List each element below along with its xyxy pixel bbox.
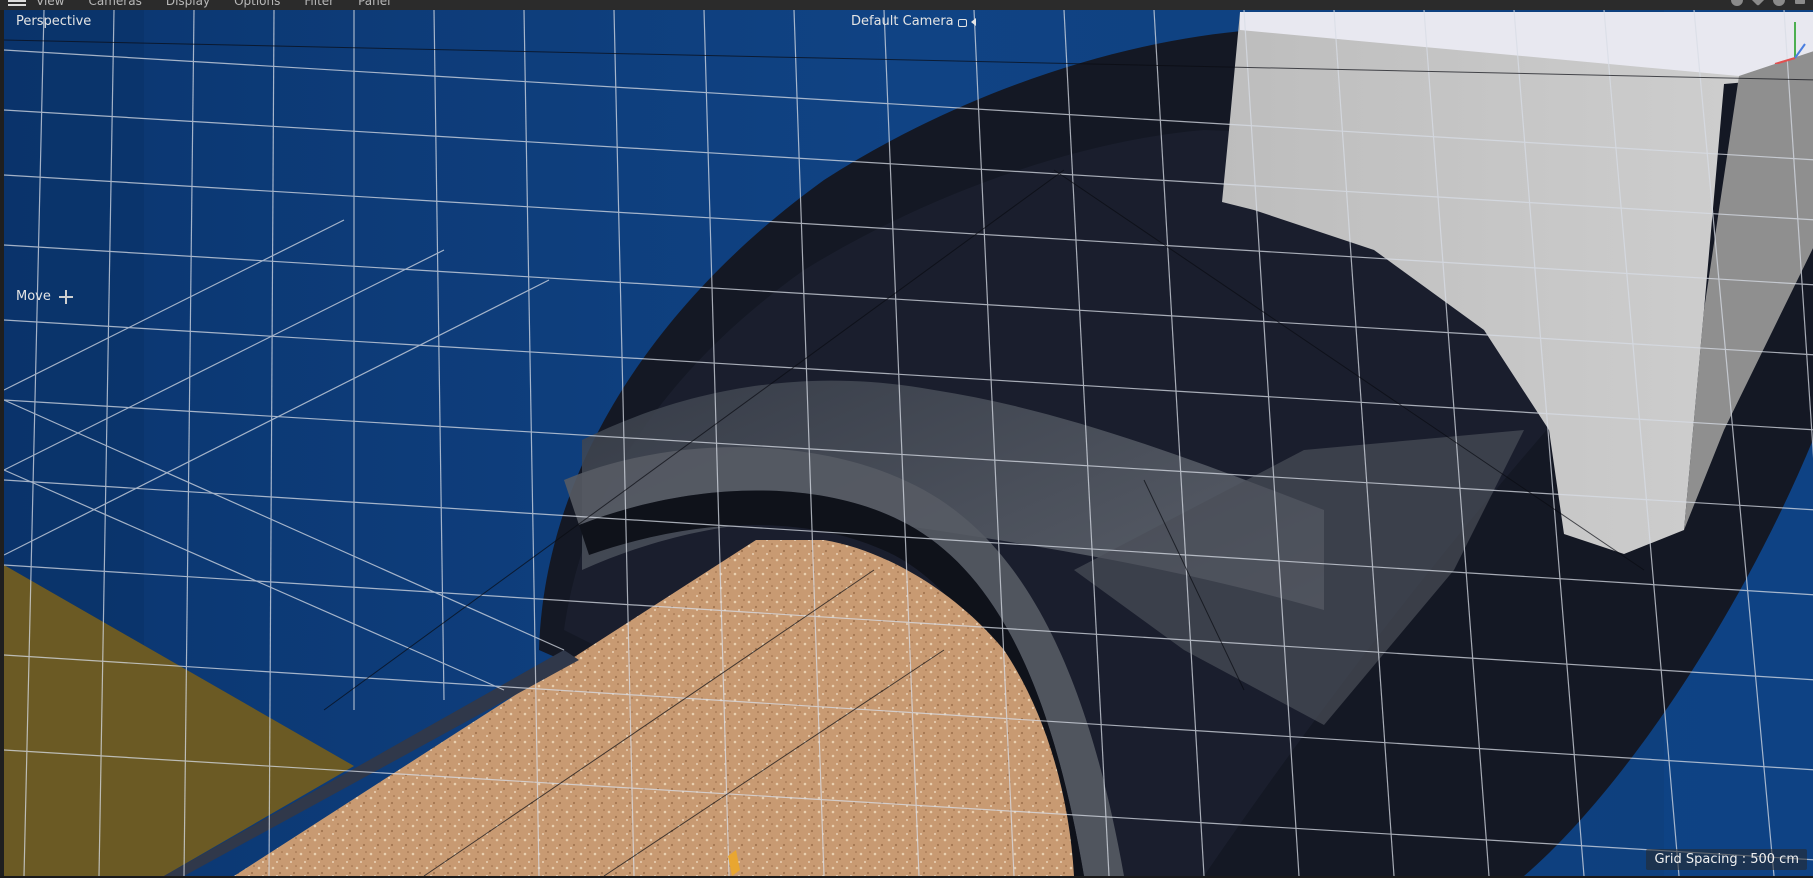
scene-3d[interactable] <box>4 10 1813 876</box>
speaker-icon[interactable] <box>970 17 976 26</box>
hamburger-icon[interactable] <box>8 0 26 8</box>
window-control-circle-icon[interactable] <box>1773 0 1785 6</box>
menu-cameras[interactable]: Cameras <box>88 0 141 8</box>
lock-icon[interactable] <box>957 18 967 27</box>
menu-display[interactable]: Display <box>166 0 210 8</box>
tool-name: Move <box>16 289 51 304</box>
window-control-icon[interactable] <box>1731 0 1743 6</box>
camera-label[interactable]: Default Camera <box>851 14 976 29</box>
menu-filter[interactable]: Filter <box>304 0 334 8</box>
viewport-perspective[interactable]: Perspective Default Camera Move Grid Spa… <box>0 10 1813 876</box>
menu-view[interactable]: View <box>36 0 64 8</box>
menu-options[interactable]: Options <box>234 0 280 8</box>
viewport-name-label[interactable]: Perspective <box>16 14 91 29</box>
window-controls <box>1731 0 1805 7</box>
menu-panel[interactable]: Panel <box>358 0 390 8</box>
camera-name: Default Camera <box>851 14 954 29</box>
menu-bar: View Cameras Display Options Filter Pane… <box>0 0 1813 10</box>
axis-gizmo-icon <box>1774 22 1806 64</box>
move-icon <box>58 289 73 304</box>
active-tool-label: Move <box>16 289 73 304</box>
window-control-diamond-icon[interactable] <box>1750 0 1766 7</box>
maximize-icon[interactable] <box>1795 0 1805 4</box>
menu-items: View Cameras Display Options Filter Pane… <box>0 0 414 10</box>
grid-spacing-readout: Grid Spacing : 500 cm <box>1646 849 1807 870</box>
